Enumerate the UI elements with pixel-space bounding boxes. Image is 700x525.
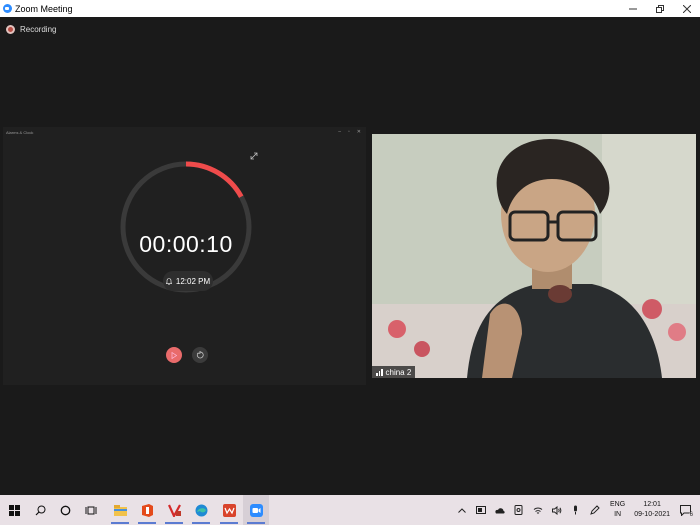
onedrive-icon [495, 507, 505, 513]
window-titlebar: Zoom Meeting [0, 0, 700, 17]
tray-battery-saver[interactable] [474, 504, 487, 517]
notification-count: 6 [688, 511, 694, 518]
tray-meet-now[interactable] [512, 504, 525, 517]
shared-close-icon: ✕ [356, 129, 361, 135]
pen-icon [589, 505, 600, 515]
language-code: ENG [610, 501, 626, 508]
task-view-icon [85, 506, 97, 514]
file-explorer-icon [113, 504, 127, 516]
play-icon [171, 351, 177, 359]
reset-timer-button[interactable] [192, 347, 208, 363]
recording-indicator[interactable]: Recording [6, 25, 56, 34]
shared-minimize-icon: – [338, 129, 342, 135]
taskbar-acrobat[interactable] [161, 495, 187, 525]
shared-screen: Alarms & Clock – ▫ ✕ 00:00:10 12:02 PM [3, 127, 366, 385]
chevron-up-icon [457, 507, 466, 513]
window-controls [619, 0, 700, 17]
recording-label: Recording [20, 25, 57, 34]
signal-bars-icon [376, 368, 383, 376]
bell-icon [165, 277, 172, 285]
taskbar-clock[interactable]: 12:01 09-10-2021 [634, 500, 670, 520]
close-icon [682, 4, 691, 13]
alarm-time-pill[interactable]: 12:02 PM [163, 271, 213, 291]
minimize-button[interactable] [619, 0, 646, 17]
tray-volume[interactable] [550, 504, 563, 517]
search-button[interactable] [28, 495, 52, 525]
shared-restore-icon: ▫ [348, 129, 350, 135]
show-hidden-icons-button[interactable] [455, 504, 468, 517]
tray-onedrive[interactable] [493, 504, 506, 517]
video-frame [372, 134, 696, 378]
minimize-icon [628, 8, 637, 9]
microphone-icon [574, 505, 578, 515]
shared-app-title: Alarms & Clock [6, 130, 34, 135]
shared-window-controls: – ▫ ✕ [338, 129, 361, 135]
input-language[interactable]: ENG IN [610, 500, 625, 520]
restore-button[interactable] [646, 0, 673, 17]
taskbar-edge[interactable] [188, 495, 214, 525]
zoom-app-icon [3, 4, 12, 13]
wps-icon [222, 503, 236, 517]
taskbar-file-explorer[interactable] [107, 495, 133, 525]
reset-icon [196, 351, 204, 359]
camera-icon [514, 505, 523, 515]
windows-start-icon [8, 504, 20, 516]
cortana-icon [60, 505, 70, 515]
notification-center-button[interactable]: 6 [679, 504, 694, 518]
taskbar-office[interactable] [134, 495, 160, 525]
edge-icon [195, 504, 207, 516]
clock-date: 09-10-2021 [634, 511, 670, 518]
participant-name-tag: china 2 [372, 366, 416, 378]
language-region: IN [614, 511, 622, 518]
cortana-button[interactable] [53, 495, 77, 525]
acrobat-icon [167, 503, 181, 517]
system-tray: ENG IN 12:01 09-10-2021 6 [452, 495, 700, 525]
office-icon [141, 503, 153, 517]
start-button[interactable] [0, 495, 28, 525]
tray-microphone[interactable] [569, 504, 582, 517]
volume-icon [551, 505, 561, 515]
tray-pen[interactable] [588, 504, 601, 517]
tray-wifi[interactable] [531, 504, 544, 517]
task-view-button[interactable] [79, 495, 103, 525]
taskbar-wps[interactable] [216, 495, 242, 525]
taskbar-zoom[interactable] [243, 495, 269, 525]
timer-display: 00:00:10 [139, 231, 233, 257]
start-timer-button[interactable] [166, 347, 182, 363]
alarm-time: 12:02 PM [175, 276, 211, 286]
windows-taskbar: ENG IN 12:01 09-10-2021 6 [0, 495, 700, 525]
search-icon [35, 505, 45, 515]
clock-time: 12:01 [643, 501, 661, 508]
zoom-icon [249, 503, 263, 517]
battery-saver-icon [475, 506, 486, 514]
window-title: Zoom Meeting [15, 3, 73, 14]
restore-icon [655, 4, 664, 13]
participant-name: china 2 [385, 367, 412, 377]
close-button[interactable] [673, 0, 700, 17]
recording-icon [6, 25, 15, 34]
wifi-icon [533, 507, 542, 514]
participant-video[interactable]: china 2 [372, 134, 696, 378]
